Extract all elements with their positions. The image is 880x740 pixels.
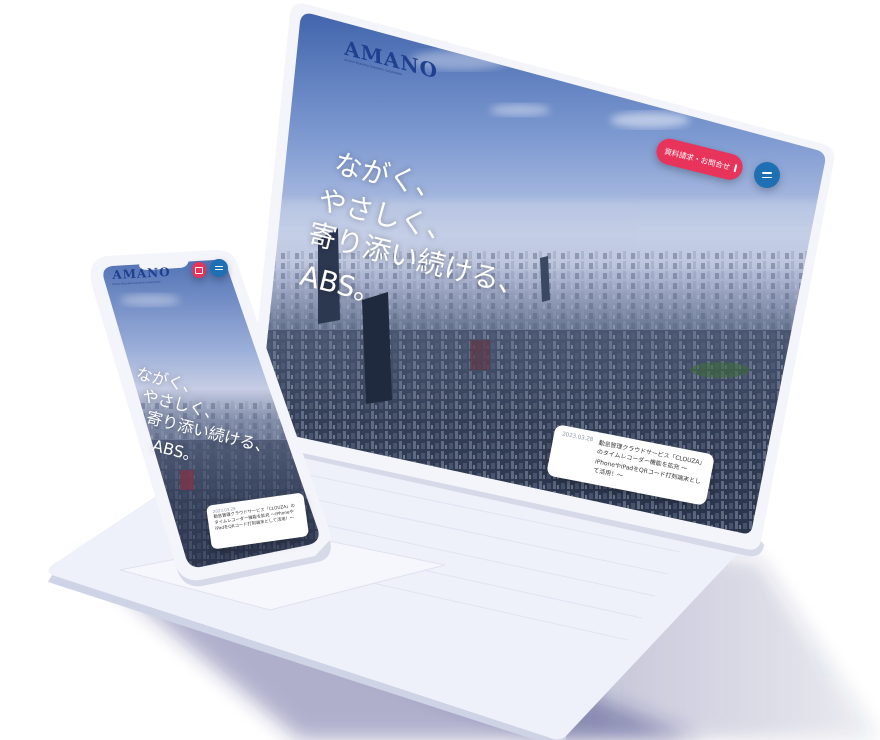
mobile-menu-button[interactable] (210, 259, 228, 277)
envelope-icon (733, 163, 737, 173)
envelope-icon (195, 266, 203, 274)
hamburger-icon (215, 265, 223, 267)
mobile-contact-button[interactable] (192, 262, 206, 278)
desktop-news-date: 2023.03.28 (561, 431, 594, 444)
device-mockup-stage: AMANO Amano Business Solutions Corporati… (0, 0, 880, 740)
hamburger-icon (762, 172, 772, 174)
desktop-menu-button[interactable] (754, 162, 780, 188)
